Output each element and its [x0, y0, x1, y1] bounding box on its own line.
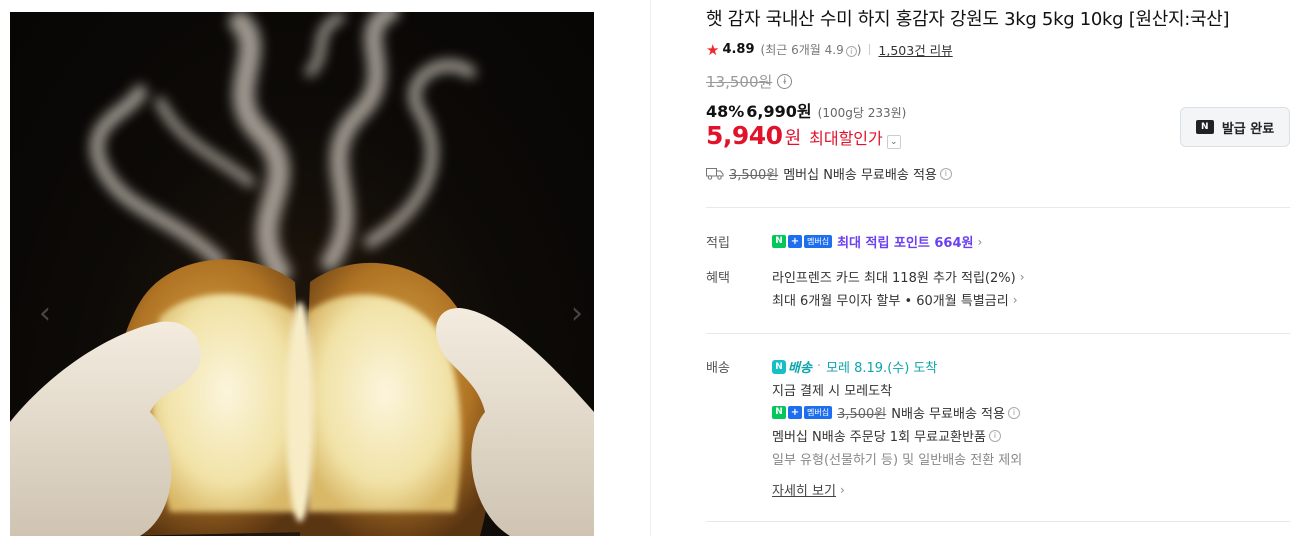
installment-row[interactable]: 최대 6개월 무이자 할부 • 60개월 특별금리 ›: [772, 290, 1018, 310]
shipping-free-text: 멤버십 N배송 무료배송 적용: [783, 168, 937, 183]
rating-recent: (최근 6개월 4.9 i): [760, 41, 862, 58]
naver-n-icon: N: [772, 406, 786, 419]
info-icon[interactable]: i: [939, 167, 952, 180]
chevron-down-icon[interactable]: ⌄: [886, 135, 901, 149]
exchange-text: 멤버십 N배송 주문당 1회 무료교환반품: [772, 430, 986, 445]
chevron-right-icon[interactable]: ›: [562, 294, 592, 334]
truck-icon: [706, 168, 724, 180]
n-delivery-badge: N 배송: [772, 357, 812, 376]
chevron-left-icon[interactable]: ‹: [30, 294, 60, 334]
exclusion-text: 일부 유형(선물하기 등) 및 일반배송 전환 제외: [772, 453, 1023, 468]
n-delivery-label: 배송: [788, 361, 812, 376]
column-divider: [650, 0, 651, 536]
divider: [706, 521, 1290, 522]
delivery-label: 배송: [706, 361, 730, 376]
sale-price-row: 48% 6,990원 (100g당 233원): [706, 98, 906, 122]
max-discount-label[interactable]: 최대할인가: [809, 125, 883, 149]
points-label: 적립: [706, 236, 730, 251]
delivery-detail-link[interactable]: 자세히 보기: [772, 480, 836, 499]
coupon-button-label: 발급 완료: [1221, 121, 1275, 137]
review-count-link[interactable]: 1,503건 리뷰: [878, 40, 952, 59]
rating-score: 4.89: [722, 42, 755, 57]
shipping-fee-original: 3,500원: [729, 168, 779, 183]
star-icon: ★: [706, 40, 720, 59]
card-benefit-row[interactable]: 라인프렌즈 카드 최대 118원 추가 적립(2%) ›: [772, 267, 1025, 287]
max-discount-row: 5,940 원 최대할인가 ⌄: [706, 121, 901, 150]
exclusion-row: 일부 유형(선물하기 등) 및 일반배송 전환 제외: [772, 449, 1022, 468]
separator-dot: ·: [816, 359, 822, 374]
membership-fee-original: 3,500원: [837, 407, 887, 422]
coupon-issued-button[interactable]: N 발급 완료: [1180, 107, 1290, 147]
delivery-detail-row[interactable]: 자세히 보기 ›: [772, 480, 845, 500]
info-icon[interactable]: i: [1007, 406, 1020, 419]
rating-recent-close: ): [856, 43, 862, 57]
product-main-image[interactable]: [10, 12, 594, 536]
shipping-summary: 3,500원 멤버십 N배송 무료배송 적용 i: [706, 164, 952, 183]
chevron-right-icon: ›: [1012, 292, 1018, 307]
membership-shipping-row: N + 멤버십 3,500원 N배송 무료배송 적용 i: [772, 403, 1020, 422]
delivery-arrival-row: N 배송 · 모레 8.19.(수) 도착: [772, 357, 937, 376]
info-icon[interactable]: i: [845, 46, 857, 57]
chevron-right-icon: ›: [977, 234, 983, 249]
sale-price: 6,990원: [746, 102, 812, 121]
rating-row: ★ 4.89 (최근 6개월 4.9 i) 1,503건 리뷰: [706, 40, 953, 59]
chevron-right-icon: ›: [1019, 269, 1025, 284]
n-delivery-icon: N: [772, 359, 786, 374]
info-icon[interactable]: i: [777, 74, 793, 89]
max-discount-price: 5,940: [706, 121, 783, 150]
pay-now-text: 지금 결제 시 모레도착: [772, 384, 893, 399]
product-image-gallery: ‹ ›: [10, 12, 594, 536]
membership-badge: 멤버십: [804, 235, 833, 248]
divider: [706, 333, 1290, 334]
naver-n-icon: N: [772, 235, 786, 248]
naver-n-icon: N: [1195, 120, 1214, 134]
exchange-row: 멤버십 N배송 주문당 1회 무료교환반품 i: [772, 426, 1001, 445]
installment-text: 최대 6개월 무이자 할부 • 60개월 특별금리: [772, 294, 1009, 309]
max-points-text: 최대 적립 포인트 664원: [837, 236, 974, 251]
separator: [869, 44, 871, 55]
unit-price: (100g당 233원): [817, 106, 907, 120]
membership-badge: 멤버십: [804, 406, 833, 419]
info-icon[interactable]: i: [988, 429, 1001, 442]
divider: [706, 207, 1290, 208]
plus-icon: +: [788, 406, 802, 419]
discount-rate: 48%: [706, 102, 745, 121]
product-title: 햇 감자 국내산 수미 하지 홍감자 강원도 3kg 5kg 10kg [원산지…: [706, 9, 1230, 30]
benefits-label: 혜택: [706, 271, 730, 286]
rating-recent-text: (최근 6개월 4.9: [760, 43, 844, 57]
plus-icon: +: [788, 235, 802, 248]
steam-graphic: [90, 12, 476, 283]
original-price: 13,500원: [706, 73, 773, 91]
pay-now-row: 지금 결제 시 모레도착: [772, 380, 892, 399]
points-row[interactable]: N + 멤버십 최대 적립 포인트 664원 ›: [772, 232, 982, 251]
arrival-date: 모레 8.19.(수) 도착: [826, 361, 938, 376]
max-discount-currency: 원: [784, 128, 802, 149]
chevron-right-icon: ›: [839, 482, 845, 497]
original-price-row: 13,500원 i: [706, 71, 793, 92]
card-benefit-text: 라인프렌즈 카드 최대 118원 추가 적립(2%): [772, 271, 1016, 286]
membership-shipping-text: N배송 무료배송 적용: [891, 407, 1005, 422]
